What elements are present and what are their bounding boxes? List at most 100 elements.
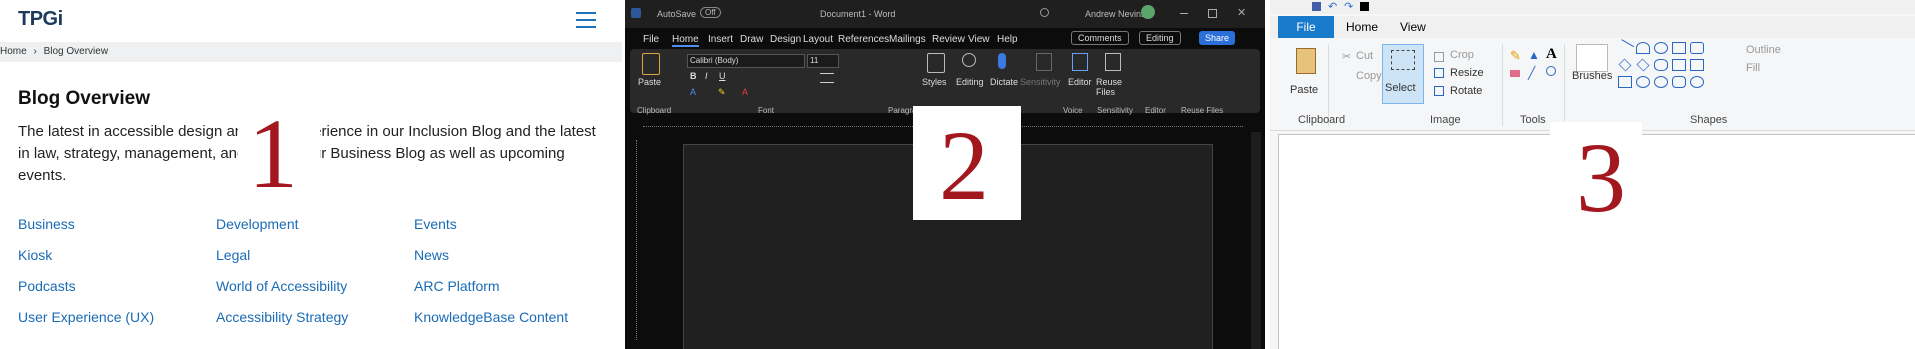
breadcrumb-separator: › [33, 46, 37, 57]
eraser-icon[interactable] [1510, 70, 1520, 77]
tab-view[interactable]: View [968, 34, 990, 45]
font-color-button[interactable]: A [742, 87, 748, 97]
font-size-select[interactable]: 11 [807, 54, 839, 68]
link-user-experience[interactable]: User Experience (UX) [18, 309, 154, 325]
highlight-icon[interactable]: ✎ [718, 87, 726, 98]
overlay-number-1: 1 [248, 98, 298, 209]
autosave-toggle[interactable]: Off [700, 7, 721, 18]
paste-button[interactable]: Paste [1290, 84, 1318, 96]
overlay-number-3: 3 [1576, 122, 1626, 233]
rotate-icon[interactable] [1434, 86, 1444, 96]
breadcrumb-home[interactable]: Home [0, 46, 27, 57]
group-clipboard: Clipboard [637, 106, 672, 115]
font-name-select[interactable]: Calibri (Body) [687, 54, 805, 68]
word-ribbon: Paste Calibri (Body) 11 B I U A ✎ A Styl… [630, 49, 1260, 113]
avatar[interactable] [1141, 5, 1155, 19]
dictate-button[interactable]: Dictate [990, 77, 1018, 87]
italic-button[interactable]: I [705, 71, 708, 81]
tab-references[interactable]: References [838, 34, 889, 45]
link-podcasts[interactable]: Podcasts [18, 278, 76, 294]
link-business[interactable]: Business [18, 216, 75, 232]
crop-icon [1434, 52, 1444, 62]
styles-button[interactable]: Styles [922, 77, 947, 87]
hamburger-menu-icon[interactable] [576, 12, 596, 28]
link-news[interactable]: News [414, 247, 449, 263]
paint-panel: ↶ ↷ Home View File Paste ✂ Cut Copy Sele… [1270, 0, 1915, 349]
tab-home[interactable]: Home [672, 34, 699, 47]
select-icon [1391, 50, 1415, 70]
tab-home[interactable]: Home [1346, 20, 1378, 34]
autosave-label: AutoSave [657, 9, 697, 19]
cut-icon: ✂ [1342, 51, 1352, 63]
rotate-button[interactable]: Rotate [1450, 85, 1482, 97]
undo-icon[interactable]: ↶ [1328, 0, 1337, 13]
tab-file[interactable]: File [643, 34, 659, 45]
brushes-button[interactable]: Brushes [1572, 70, 1612, 82]
paint-ribbon-tabs: Home View [1270, 16, 1915, 38]
find-icon[interactable] [962, 53, 976, 67]
resize-icon[interactable] [1434, 68, 1444, 78]
pencil-icon[interactable]: ✎ [1510, 48, 1521, 64]
editing-mode-button[interactable]: Editing [1139, 31, 1181, 45]
color-swatch-icon[interactable] [1360, 2, 1369, 11]
tab-draw[interactable]: Draw [740, 34, 763, 45]
bullets-icon[interactable] [820, 73, 834, 83]
link-legal[interactable]: Legal [216, 247, 250, 263]
resize-button[interactable]: Resize [1450, 67, 1484, 79]
underline-button[interactable]: U [719, 71, 726, 81]
tab-file[interactable]: File [1278, 16, 1334, 38]
link-events[interactable]: Events [414, 216, 457, 232]
redo-icon[interactable]: ↷ [1344, 0, 1353, 13]
tab-help[interactable]: Help [997, 34, 1018, 45]
group-editor: Editor [1145, 106, 1166, 115]
sensitivity-icon [1036, 53, 1052, 71]
group-font: Font [758, 106, 775, 115]
shapes-gallery[interactable] [1615, 39, 1732, 92]
word-ribbon-tabs: File Home Insert Draw Design Layout Refe… [625, 30, 1265, 48]
text-effects-button[interactable]: A [690, 87, 696, 97]
editing-button[interactable]: Editing [956, 77, 984, 87]
link-kiosk[interactable]: Kiosk [18, 247, 52, 263]
paste-icon[interactable] [1296, 48, 1316, 74]
link-world-of-accessibility[interactable]: World of Accessibility [216, 278, 347, 294]
comments-button[interactable]: Comments [1071, 31, 1129, 45]
editor-button[interactable]: Editor [1068, 77, 1092, 87]
link-knowledgebase-content[interactable]: KnowledgeBase Content [414, 309, 568, 325]
link-arc-platform[interactable]: ARC Platform [414, 278, 500, 294]
link-accessibility-strategy[interactable]: Accessibility Strategy [216, 309, 348, 325]
minimize-icon[interactable] [1180, 13, 1188, 14]
divider [1564, 44, 1565, 126]
reuse-files-icon[interactable] [1105, 53, 1121, 71]
color-picker-icon[interactable]: ╱ [1528, 66, 1535, 80]
magnifier-icon[interactable] [1546, 66, 1556, 76]
breadcrumb: Home › Blog Overview [0, 42, 622, 62]
tab-layout[interactable]: Layout [803, 34, 833, 45]
fill-bucket-icon[interactable]: ▲ [1528, 48, 1540, 62]
word-logo-icon [631, 8, 641, 18]
paste-button[interactable]: Paste [638, 77, 661, 87]
paste-icon[interactable] [642, 53, 660, 75]
text-tool-icon[interactable]: A [1546, 46, 1557, 63]
reuse-files-button[interactable]: Reuse Files [1096, 77, 1136, 97]
link-development[interactable]: Development [216, 216, 299, 232]
tab-insert[interactable]: Insert [708, 34, 733, 45]
brushes-icon[interactable] [1576, 44, 1608, 72]
save-icon[interactable] [1312, 2, 1321, 11]
tpgi-logo[interactable]: TPGi [18, 8, 63, 31]
tab-view[interactable]: View [1400, 20, 1426, 34]
tab-mailings[interactable]: Mailings [889, 34, 926, 45]
group-clipboard: Clipboard [1298, 114, 1346, 126]
styles-icon[interactable] [927, 53, 945, 73]
search-icon[interactable] [1040, 8, 1049, 17]
maximize-icon[interactable] [1208, 9, 1217, 18]
bold-button[interactable]: B [690, 71, 697, 81]
editor-icon[interactable] [1072, 53, 1088, 71]
group-voice: Voice [1063, 106, 1083, 115]
close-icon[interactable]: ✕ [1237, 6, 1246, 19]
vertical-ruler [632, 140, 637, 340]
vertical-scrollbar[interactable] [1251, 132, 1261, 349]
tab-design[interactable]: Design [770, 34, 801, 45]
tab-review[interactable]: Review [932, 34, 965, 45]
microphone-icon[interactable] [998, 53, 1006, 69]
share-button[interactable]: Share [1199, 31, 1236, 45]
